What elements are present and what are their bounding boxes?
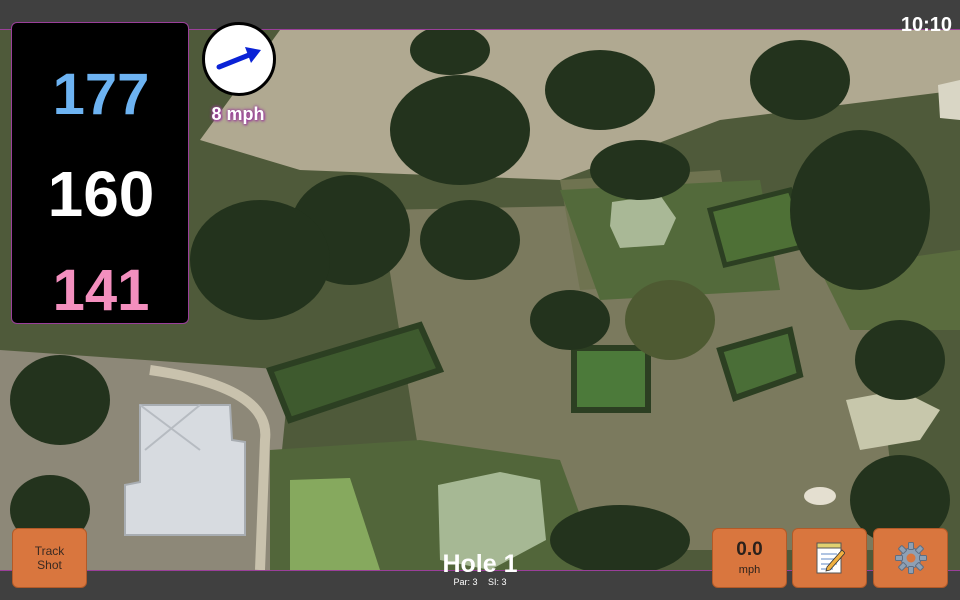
- shot-speed-unit: mph: [738, 564, 761, 576]
- distance-panel[interactable]: 177 160 141: [11, 22, 189, 324]
- back-distance: 177: [52, 62, 150, 127]
- gear-icon: [894, 542, 927, 574]
- settings-button[interactable]: [873, 528, 948, 588]
- track-shot-label-line1: Track: [34, 544, 65, 558]
- clock: 10:10: [900, 14, 952, 36]
- wind-direction-indicator: [202, 22, 276, 96]
- hole-details: Par: 3 SI: 3: [380, 577, 580, 587]
- wind-arrow-icon: [216, 47, 261, 70]
- notes-button[interactable]: [792, 528, 867, 588]
- middle-distance: 160: [47, 158, 155, 230]
- hole-stroke-index: SI: 3: [488, 577, 507, 587]
- hole-title: Hole 1: [442, 550, 518, 578]
- wind-speed: 8 mph: [211, 104, 265, 124]
- front-distance: 141: [52, 258, 150, 323]
- track-shot-button[interactable]: Track Shot: [12, 528, 87, 588]
- shot-speed-value: 0.0: [736, 539, 763, 560]
- track-shot-label-line2: Shot: [37, 558, 62, 572]
- shot-speed-button[interactable]: 0.0 mph: [712, 528, 787, 588]
- notepad-icon: [816, 542, 845, 574]
- hole-par: Par: 3: [453, 577, 478, 587]
- golf-gps-screen: 10:10 177 160 141 8 mph Track Shot Hole …: [0, 0, 960, 600]
